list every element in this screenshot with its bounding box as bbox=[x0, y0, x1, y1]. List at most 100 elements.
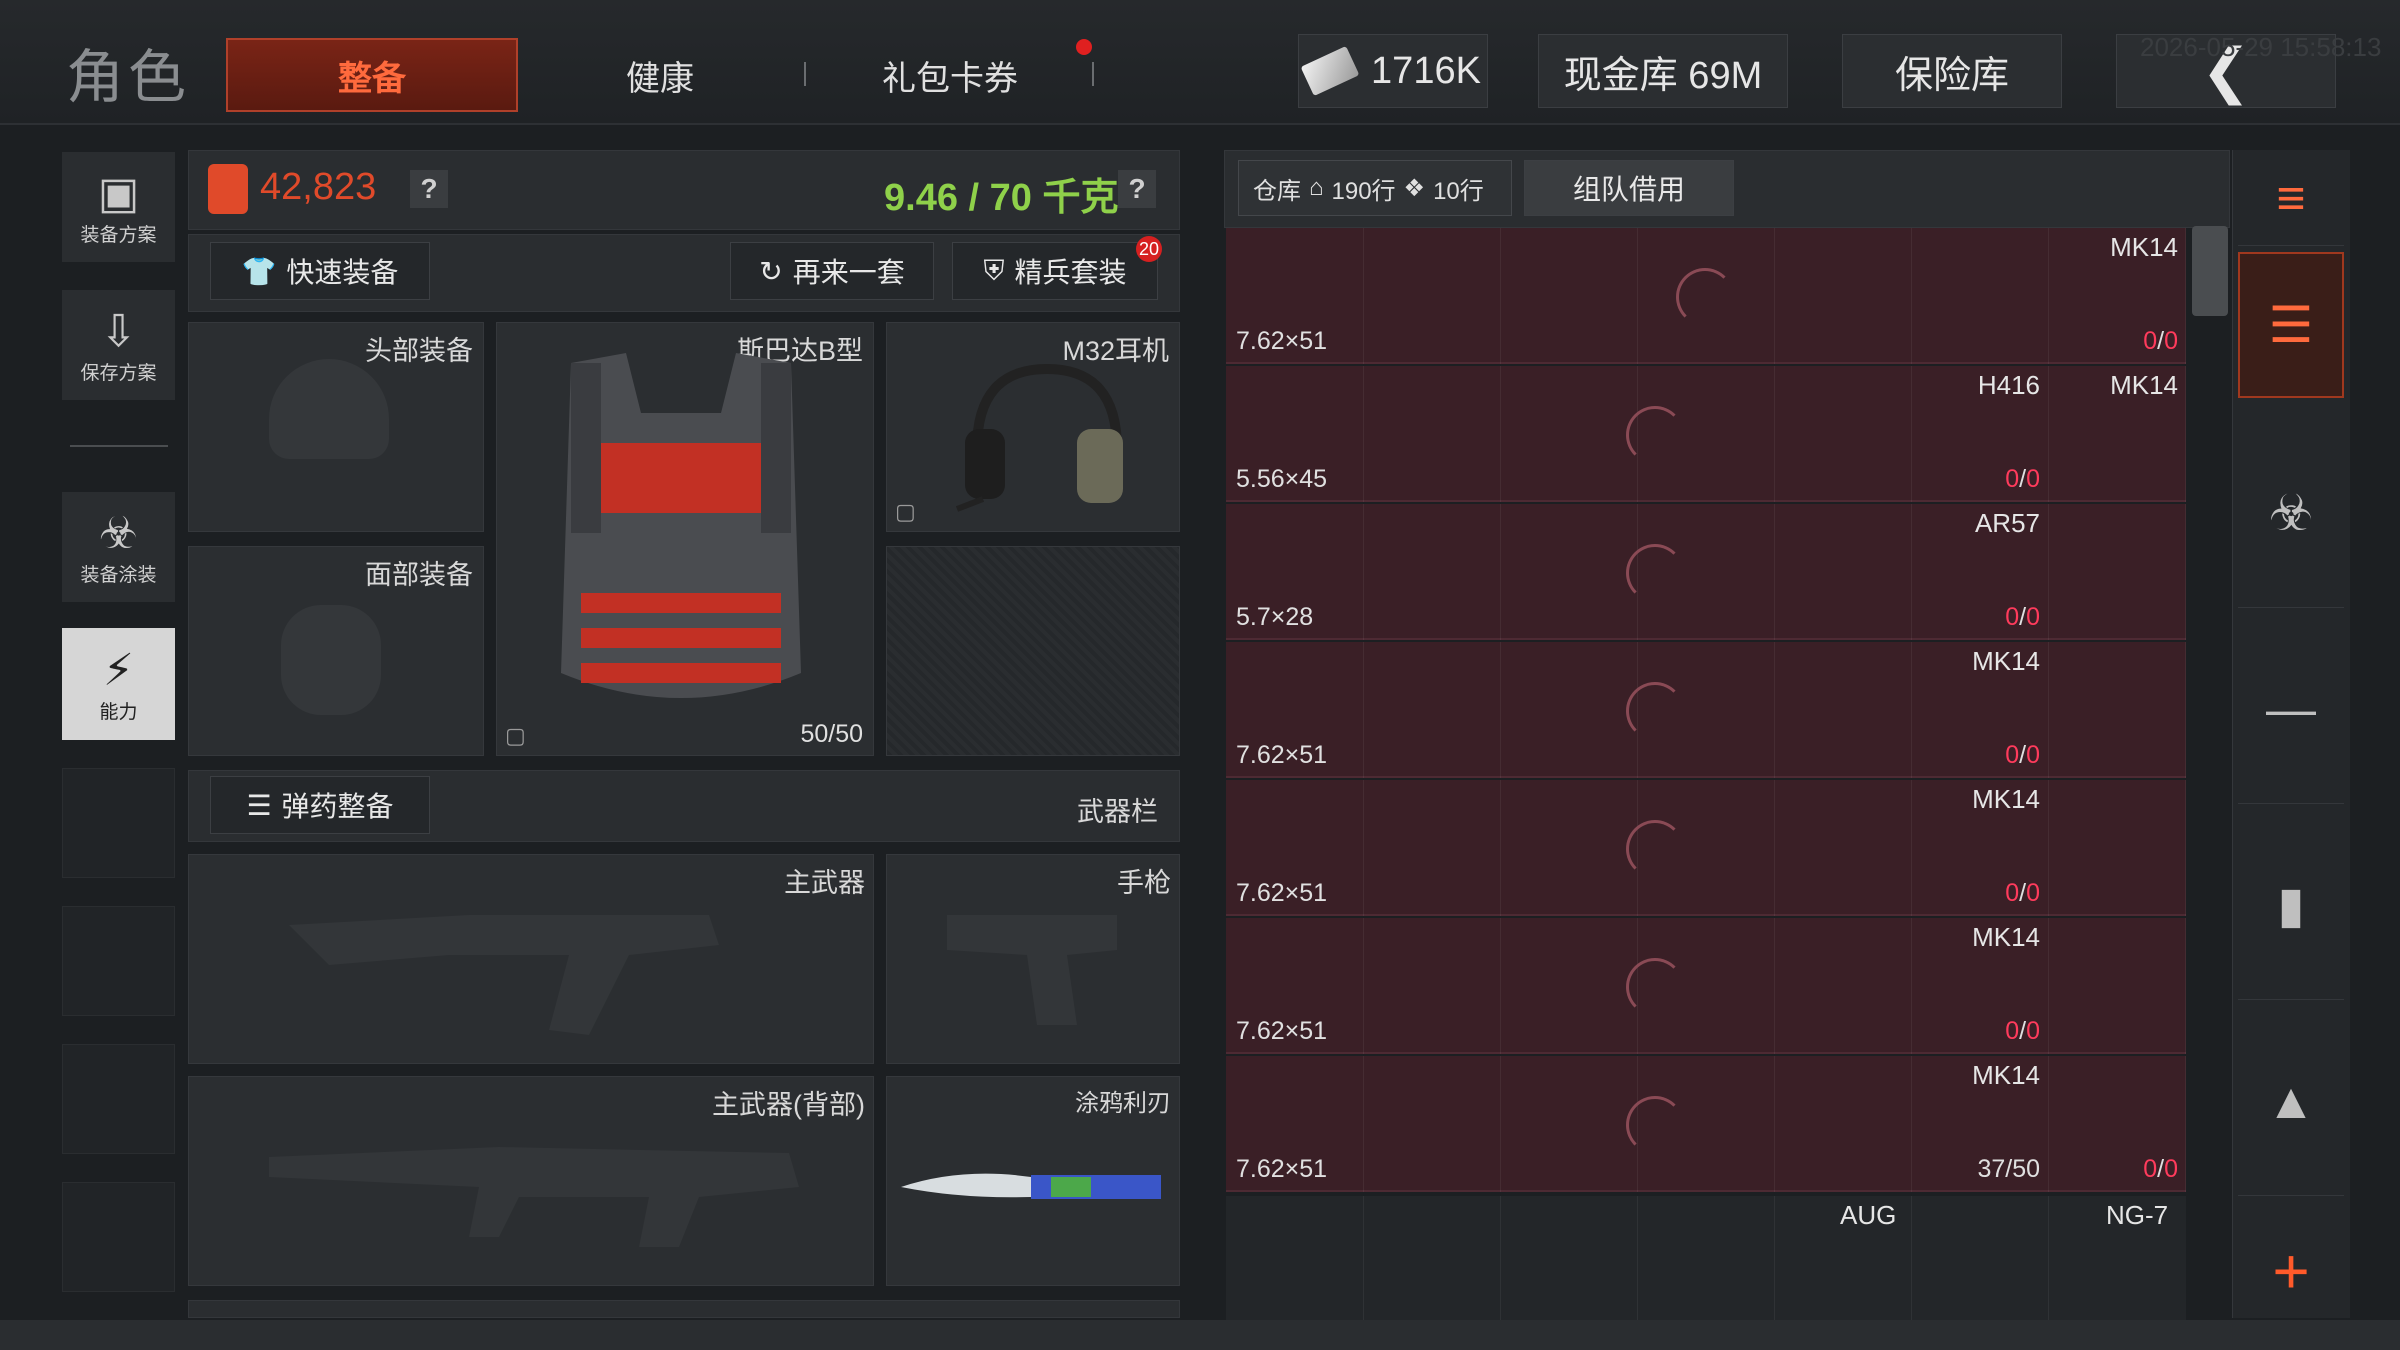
tab-gift-coupons[interactable]: 礼包卡券 bbox=[850, 38, 1050, 112]
weight-value: 9.46 / 70 千克 bbox=[884, 177, 1119, 219]
warehouse-row[interactable]: 5.56×45 H416 0/0 MK14 bbox=[1226, 366, 2186, 502]
stack-sort-icon[interactable]: ≡ bbox=[2238, 150, 2344, 246]
ammo-count: 37/50 bbox=[1977, 1155, 2040, 1184]
loading-spinner-icon bbox=[1626, 406, 1684, 464]
grid-cell bbox=[1774, 918, 1912, 1054]
slot-label: 主武器 bbox=[784, 868, 865, 898]
tag-icon: ❖ bbox=[1403, 174, 1426, 202]
warehouse-row[interactable]: 7.62×51 MK14 0/0 bbox=[1226, 228, 2186, 364]
sidebar-item-ability[interactable]: ⚡ 能力 bbox=[62, 628, 175, 740]
tab-equip[interactable]: 整备 bbox=[226, 38, 518, 112]
empty-gear-slot[interactable] bbox=[886, 546, 1180, 756]
tab-divider bbox=[1092, 62, 1094, 86]
team-borrow-button[interactable]: 组队借用 bbox=[1524, 160, 1734, 216]
reroll-button[interactable]: ↻ 再来一套 bbox=[730, 242, 934, 300]
shield-icon: ⛨ bbox=[983, 254, 1005, 286]
ammo-count-current: 0 bbox=[2143, 327, 2158, 355]
warehouse-scrollbar[interactable] bbox=[2192, 226, 2228, 316]
sidebar-item-save-plan[interactable]: ⇩ 保存方案 bbox=[62, 290, 175, 400]
grid-cell bbox=[1500, 642, 1638, 778]
rifle-category-icon[interactable]: — bbox=[2238, 614, 2344, 804]
slot-label: 头部装备 bbox=[365, 336, 473, 366]
weapon-name: NG-7 bbox=[2106, 1200, 2169, 1230]
grid-cell bbox=[1500, 504, 1638, 640]
warehouse-row[interactable]: 7.62×51 MK14 0/0 bbox=[1226, 642, 2186, 778]
ammo-count-current: 0 bbox=[2005, 465, 2020, 493]
headset-slot[interactable]: M32耳机 ▢ bbox=[886, 322, 1180, 532]
grid-cell bbox=[2048, 780, 2186, 916]
loading-spinner-icon bbox=[1626, 682, 1684, 740]
elite-badge: 20 bbox=[1136, 236, 1162, 262]
sidebar-item-loadout-plan[interactable]: ▣ 装备方案 bbox=[62, 152, 175, 262]
lightning-shield-icon: ⚡ bbox=[103, 645, 134, 695]
rifle-icon bbox=[269, 1147, 799, 1247]
melee-slot[interactable]: 涂鸦利刃 bbox=[886, 1076, 1180, 1286]
timestamp: 2026-05-29 15:58:13 bbox=[2140, 32, 2382, 62]
empty-slot bbox=[62, 1182, 175, 1292]
weight-help-button[interactable]: ? bbox=[1118, 170, 1156, 208]
grid-cell bbox=[2048, 918, 2186, 1054]
safe-vault-button[interactable]: 保险库 bbox=[1842, 34, 2062, 108]
shirt-icon: 👕 bbox=[241, 255, 277, 287]
knife-icon bbox=[901, 1173, 1161, 1199]
ammo-count: 0/0 bbox=[2005, 1017, 2040, 1046]
caliber-label: 7.62×51 bbox=[1236, 1155, 1328, 1183]
loading-spinner-icon bbox=[1626, 544, 1684, 602]
ammo-count: 0/0 bbox=[2005, 465, 2040, 494]
weapon-name: MK14 bbox=[1972, 784, 2040, 814]
empty-slot bbox=[62, 906, 175, 1016]
ammo-count: 0/0 bbox=[2005, 879, 2040, 908]
grid-cell bbox=[1774, 1056, 1912, 1192]
armor-slot[interactable]: 斯巴达B型 50/50 ▢ bbox=[496, 322, 874, 756]
backpack-icon bbox=[208, 164, 248, 214]
loading-spinner-icon bbox=[1626, 820, 1684, 878]
weapon-name: MK14 bbox=[2110, 232, 2178, 262]
grid-cell bbox=[1363, 918, 1501, 1054]
loading-spinner-icon bbox=[1676, 268, 1734, 326]
currency-value: 1716K bbox=[1371, 49, 1481, 92]
value-help-button[interactable]: ? bbox=[410, 170, 448, 208]
elite-set-button[interactable]: ⛨ 精兵套装 bbox=[952, 242, 1158, 300]
ammo-count-current: 0 bbox=[2005, 603, 2020, 631]
tab-health[interactable]: 健康 bbox=[560, 38, 760, 112]
add-icon[interactable]: + bbox=[2238, 1226, 2344, 1316]
gas-mask-icon bbox=[281, 605, 381, 715]
ammo-equip-button[interactable]: ☰ 弹药整备 bbox=[210, 776, 430, 834]
warehouse-row[interactable]: 7.62×51 MK14 0/0 bbox=[1226, 780, 2186, 916]
page-title: 角色 bbox=[66, 45, 191, 110]
grid-cell bbox=[1500, 1056, 1638, 1192]
primary-weapon-slot[interactable]: 主武器 bbox=[188, 854, 874, 1064]
sidebar-item-skin[interactable]: ☣ 装备涂装 bbox=[62, 492, 175, 602]
ammo-category-icon[interactable]: ▲ bbox=[2238, 1006, 2344, 1196]
warehouse-row[interactable]: 7.62×51 MK14 0/0 bbox=[1226, 918, 2186, 1054]
ammo-count-current: 0 bbox=[2005, 1017, 2020, 1045]
primary-back-weapon-slot[interactable]: 主武器(背部) bbox=[188, 1076, 874, 1286]
slot-label: 涂鸦利刃 bbox=[1075, 1090, 1171, 1117]
pistol-slot[interactable]: 手枪 bbox=[886, 854, 1180, 1064]
warehouse-tab[interactable]: 仓库 ⌂ 190行 ❖ 10行 bbox=[1238, 160, 1512, 216]
grid-cell bbox=[1911, 228, 2049, 364]
grid-cell bbox=[1363, 366, 1501, 502]
face-gear-slot[interactable]: 面部装备 bbox=[188, 546, 484, 756]
slot-label: 手枪 bbox=[1117, 868, 1171, 898]
magazine-category-icon[interactable]: ▮ bbox=[2238, 810, 2344, 1000]
loading-spinner-icon bbox=[1626, 1096, 1684, 1154]
ammo-count-max: 0 bbox=[2026, 603, 2040, 631]
all-items-icon[interactable]: ☰ bbox=[2238, 252, 2344, 398]
cash-vault-button[interactable]: 现金库 69M bbox=[1538, 34, 1788, 108]
warehouse-row[interactable]: 7.62×51 MK14 37/50 0/0 bbox=[1226, 1056, 2186, 1192]
ammo-list-icon: ☰ bbox=[246, 789, 272, 821]
grid-cell bbox=[2048, 642, 2186, 778]
gear-category-icon[interactable]: ☣ bbox=[2238, 418, 2344, 608]
warehouse-row[interactable]: 5.7×28 AR57 0/0 bbox=[1226, 504, 2186, 640]
armor-durability: 50/50 bbox=[800, 720, 863, 748]
armor-vest-icon bbox=[561, 353, 801, 698]
ammo-count-max: 0 bbox=[2164, 1155, 2178, 1183]
head-gear-slot[interactable]: 头部装备 bbox=[188, 322, 484, 532]
helmet-icon bbox=[269, 359, 389, 459]
warehouse-bottom-row: AUG NG-7 bbox=[1226, 1196, 2186, 1320]
grid-cell bbox=[1774, 642, 1912, 778]
currency-display[interactable]: 1716K bbox=[1298, 34, 1488, 108]
grid-cell bbox=[1363, 1056, 1501, 1192]
quick-equip-button[interactable]: 👕 快速装备 bbox=[210, 242, 430, 300]
